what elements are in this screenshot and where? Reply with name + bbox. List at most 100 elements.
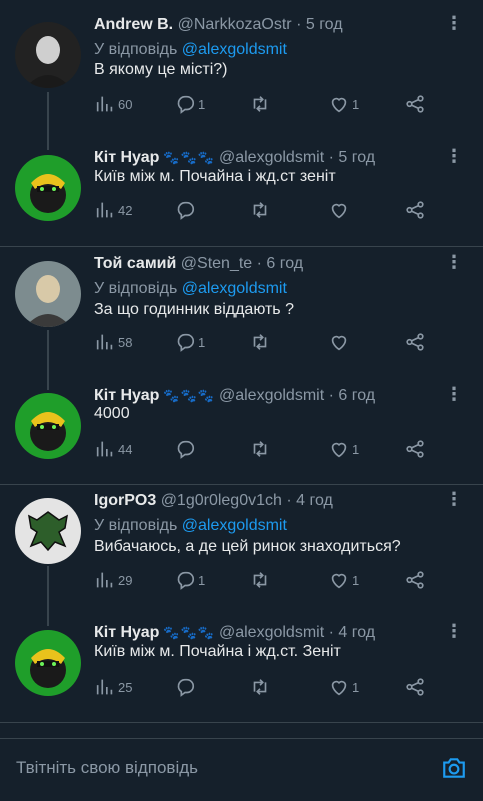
tweet-divider	[0, 722, 483, 723]
tweet-actions: 58 1	[94, 331, 434, 353]
retweet-button[interactable]	[249, 331, 273, 353]
author-handle[interactable]: @alexgoldsmit	[219, 149, 324, 166]
retweet-button[interactable]	[249, 199, 273, 221]
views-button[interactable]: 29	[94, 569, 132, 591]
like-icon	[331, 442, 347, 458]
views-count: 60	[118, 96, 133, 112]
avatar[interactable]	[15, 630, 81, 696]
share-icon	[406, 201, 424, 219]
share-icon	[406, 440, 424, 458]
paw-icon: 🐾🐾🐾	[163, 388, 215, 403]
views-button[interactable]: 25	[94, 676, 132, 698]
avatar[interactable]	[15, 22, 81, 88]
author-name[interactable]: Той самий	[94, 255, 176, 272]
like-button[interactable]	[328, 331, 352, 353]
share-button[interactable]	[404, 93, 426, 115]
more-icon[interactable]: ⋮	[445, 12, 463, 34]
like-icon	[331, 97, 347, 113]
share-button[interactable]	[404, 438, 426, 460]
thread-line	[47, 108, 49, 150]
more-icon[interactable]: ⋮	[445, 383, 463, 405]
avatar[interactable]	[15, 393, 81, 459]
share-button[interactable]	[404, 331, 426, 353]
author-name[interactable]: Кіт Нуар	[94, 387, 159, 404]
retweet-button[interactable]	[249, 569, 273, 591]
reply-button[interactable]: 1	[174, 569, 205, 591]
tweet-divider	[0, 246, 483, 247]
reply-to: У відповідь @alexgoldsmit	[94, 515, 287, 537]
reply-button[interactable]: 1	[174, 331, 205, 353]
replies-count: 1	[198, 334, 206, 350]
tweet-actions: 29 1 1	[94, 569, 434, 591]
reply-button[interactable]	[174, 438, 198, 460]
tweet-text: Київ між м. Почайна і жд.ст зеніт	[94, 168, 336, 185]
share-icon	[406, 571, 424, 589]
avatar[interactable]	[15, 498, 81, 564]
like-button[interactable]: 1	[328, 93, 359, 115]
tweet-text: Вибачаюсь, а де цей ринок знаходиться?	[94, 538, 401, 555]
tweet-time[interactable]: 5 год	[306, 16, 343, 33]
reply-button[interactable]: 1	[174, 93, 205, 115]
reply-mention[interactable]: @alexgoldsmit	[182, 280, 287, 297]
reply-input[interactable]	[14, 757, 418, 779]
avatar[interactable]	[15, 261, 81, 327]
camera-icon[interactable]	[441, 755, 467, 781]
author-handle[interactable]: @alexgoldsmit	[219, 624, 324, 641]
reply-icon	[177, 333, 195, 352]
like-button[interactable]: 1	[328, 569, 359, 591]
views-icon	[96, 96, 113, 112]
reply-mention[interactable]: @alexgoldsmit	[182, 517, 287, 534]
more-icon[interactable]: ⋮	[445, 145, 463, 167]
tweet-time[interactable]: 6 год	[338, 387, 375, 404]
likes-count: 1	[352, 572, 360, 588]
views-button[interactable]: 58	[94, 331, 132, 353]
retweet-icon	[253, 334, 267, 350]
reply-to: У відповідь @alexgoldsmit	[94, 278, 287, 300]
views-icon	[96, 441, 113, 457]
thread-line	[47, 582, 49, 626]
author-handle[interactable]: @NarkkozaOstr	[178, 16, 292, 33]
share-button[interactable]	[404, 569, 426, 591]
avatar[interactable]	[15, 155, 81, 221]
tweet-time[interactable]: 6 год	[266, 255, 303, 272]
views-button[interactable]: 42	[94, 199, 132, 221]
author-name[interactable]: IgorPO3	[94, 492, 156, 509]
share-button[interactable]	[404, 199, 426, 221]
more-icon[interactable]: ⋮	[445, 488, 463, 510]
like-button[interactable]: 1	[328, 438, 359, 460]
retweet-icon	[253, 96, 267, 112]
likes-count: 1	[352, 679, 360, 695]
more-icon[interactable]: ⋮	[445, 251, 463, 273]
retweet-button[interactable]	[249, 676, 273, 698]
author-name[interactable]: Кіт Нуар	[94, 149, 159, 166]
likes-count: 1	[352, 441, 360, 457]
retweet-button[interactable]	[249, 438, 273, 460]
reply-button[interactable]	[174, 676, 198, 698]
tweet-time[interactable]: 4 год	[338, 624, 375, 641]
retweet-button[interactable]	[249, 93, 273, 115]
tweet-actions: 42	[94, 199, 434, 221]
tweet-text: В якому це місті?)	[94, 61, 228, 78]
like-button[interactable]: 1	[328, 676, 359, 698]
views-button[interactable]: 60	[94, 93, 132, 115]
reply-mention[interactable]: @alexgoldsmit	[182, 41, 287, 58]
tweet-time[interactable]: 4 год	[296, 492, 333, 509]
author-name[interactable]: Кіт Нуар	[94, 624, 159, 641]
tweet-header: Andrew B. @NarkkozaOstr · 5 год	[94, 16, 343, 33]
views-icon	[96, 202, 113, 218]
author-handle[interactable]: @Sten_te	[181, 255, 252, 272]
author-handle[interactable]: @alexgoldsmit	[219, 387, 324, 404]
author-handle[interactable]: @1g0r0leg0v1ch	[161, 492, 282, 509]
share-button[interactable]	[404, 676, 426, 698]
views-button[interactable]: 44	[94, 438, 132, 460]
reply-icon	[177, 678, 195, 697]
reply-prefix: У відповідь	[94, 280, 178, 297]
more-icon[interactable]: ⋮	[445, 620, 463, 642]
likes-count: 1	[352, 96, 360, 112]
replies-count: 1	[198, 572, 206, 588]
author-name[interactable]: Andrew B.	[94, 16, 173, 33]
tweet-time[interactable]: 5 год	[338, 149, 375, 166]
share-icon	[406, 333, 424, 351]
like-button[interactable]	[328, 199, 352, 221]
reply-button[interactable]	[174, 199, 198, 221]
